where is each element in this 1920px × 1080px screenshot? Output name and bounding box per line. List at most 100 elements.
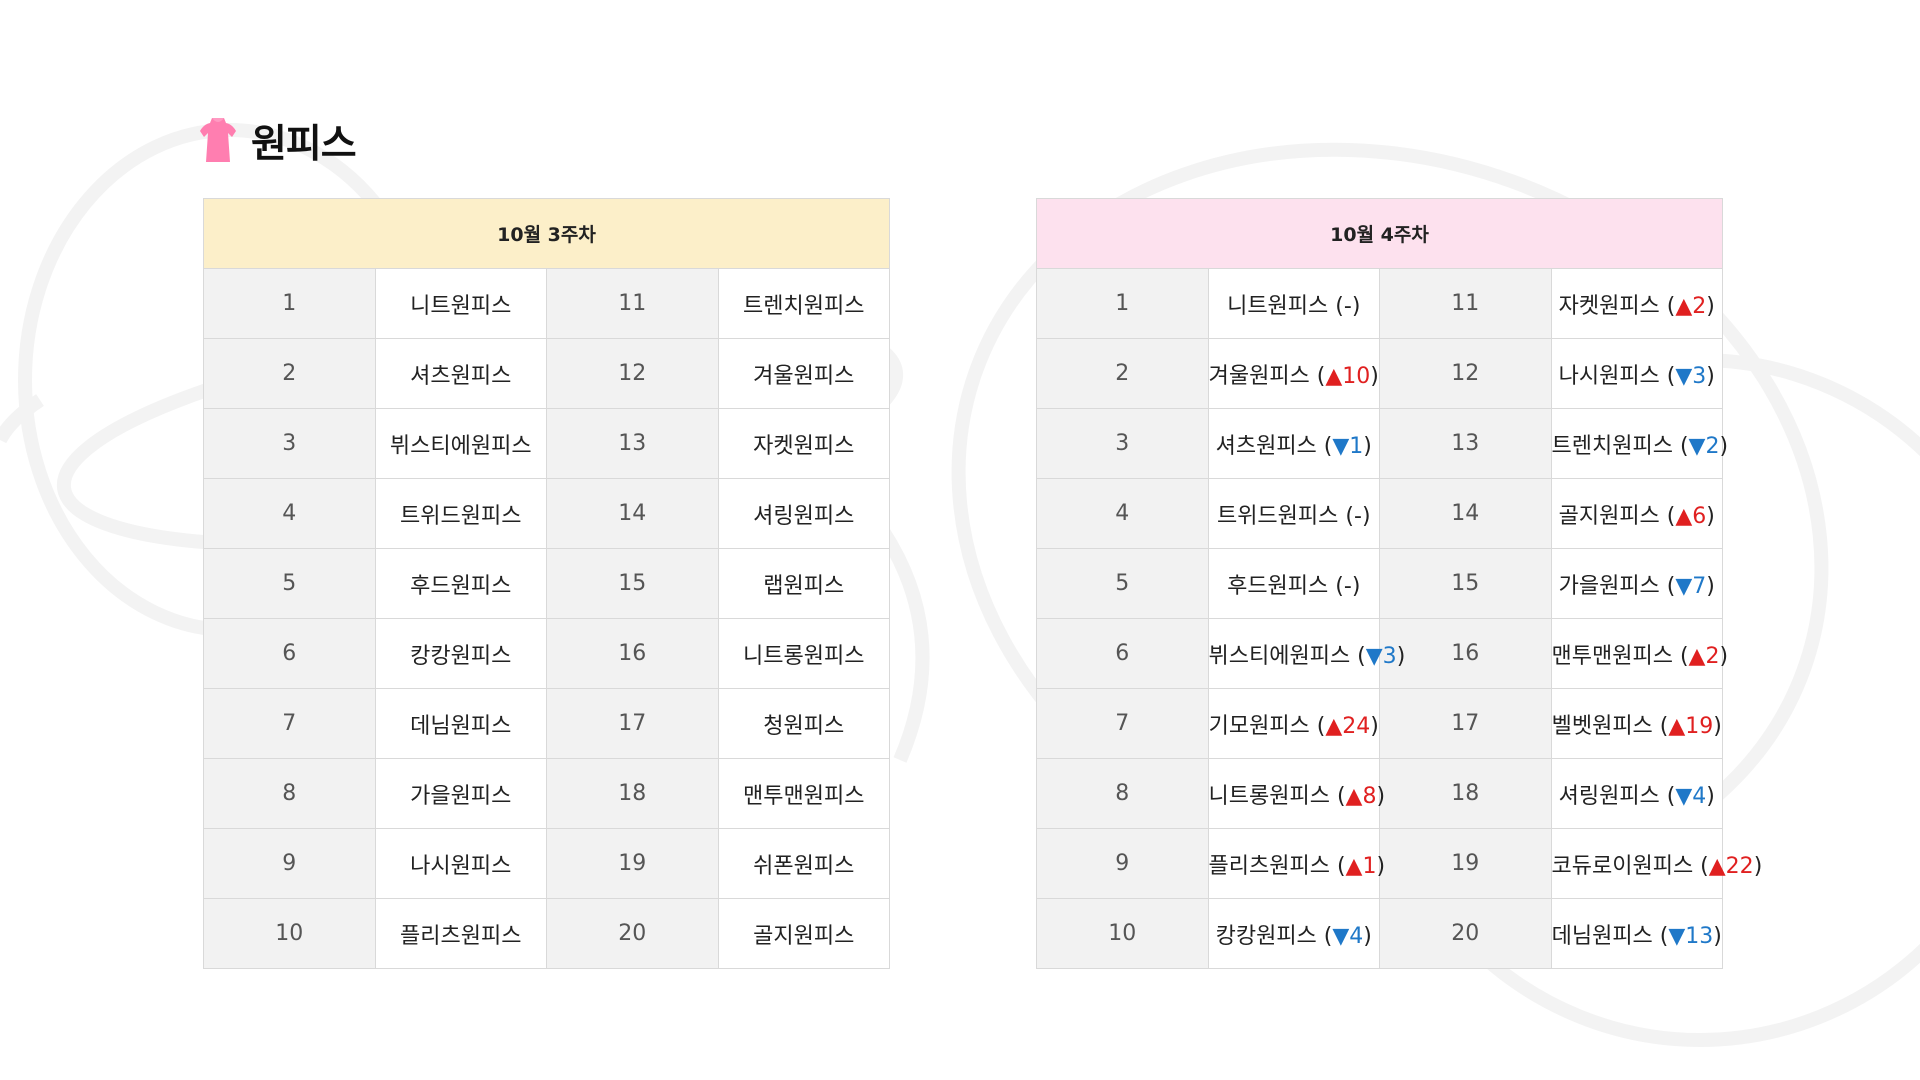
keyword-cell: 니트롱원피스 (▲8): [1207, 758, 1385, 829]
rank-number: 11: [1379, 268, 1552, 339]
rank-number: 1: [1036, 268, 1209, 339]
keyword-name: 셔링원피스: [753, 503, 855, 529]
rank-change: (▲19): [1652, 713, 1722, 739]
rank-change: (▲24): [1309, 713, 1379, 739]
keyword-name: 캉캉원피스: [1215, 923, 1317, 949]
keyword-name: 플리츠원피스: [400, 923, 522, 949]
rank-change: (▼4): [1316, 923, 1372, 949]
keyword-cell: 니트원피스 (-): [1207, 268, 1380, 339]
table-row: 3 뷔스티에원피스 13 자켓원피스: [203, 408, 890, 479]
table-row: 2 셔츠원피스 12 겨울원피스: [203, 338, 890, 409]
rank-number: 12: [1379, 338, 1552, 409]
rank-number: 16: [546, 618, 719, 689]
rank-number: 3: [203, 408, 376, 479]
rank-change-value: ▲8: [1345, 783, 1377, 809]
week3-header: 10월 3주차: [203, 198, 890, 269]
keyword-cell: 니트원피스: [374, 268, 547, 339]
table-row: 4 트위드원피스 14 셔링원피스: [203, 478, 890, 549]
keyword-cell: 코듀로이원피스 (▲22): [1550, 828, 1762, 899]
table-row: 9 플리츠원피스 (▲1) 19 코듀로이원피스 (▲22): [1036, 828, 1762, 899]
week4-ranking-table: 10월 4주차 1 니트원피스 (-) 11 자켓원피스 (▲2) 2 겨울원피스 (▲1…: [1036, 198, 1762, 969]
rank-number: 5: [1036, 548, 1209, 619]
keyword-cell: 가을원피스 (▼7): [1550, 548, 1723, 619]
rank-change: (-): [1328, 293, 1361, 319]
rank-number: 17: [1379, 688, 1552, 759]
rank-change-value: ▲2: [1675, 293, 1707, 319]
keyword-cell: 플리츠원피스: [374, 898, 547, 969]
rank-number: 18: [546, 758, 719, 829]
keyword-cell: 쉬폰원피스: [717, 828, 890, 899]
keyword-cell: 니트롱원피스: [717, 618, 890, 689]
keyword-name: 니트롱원피스: [1208, 783, 1330, 809]
week4-header: 10월 4주차: [1036, 198, 1723, 269]
rank-number: 8: [203, 758, 376, 829]
keyword-name: 셔링원피스: [1558, 783, 1660, 809]
rank-change-value: ▲6: [1675, 503, 1707, 529]
rank-number: 1: [203, 268, 376, 339]
rank-change: (▼7): [1659, 573, 1715, 599]
keyword-cell: 겨울원피스 (▲10): [1207, 338, 1380, 409]
week3-ranking-table: 10월 3주차 1 니트원피스 11 트렌치원피스 2 셔츠원피스 12 겨울원피스 3 뷔스티에…: [203, 198, 890, 969]
keyword-cell: 후드원피스 (-): [1207, 548, 1380, 619]
keyword-cell: 기모원피스 (▲24): [1207, 688, 1380, 759]
table-row: 2 겨울원피스 (▲10) 12 나시원피스 (▼3): [1036, 338, 1723, 409]
rank-change: (▼4): [1659, 783, 1715, 809]
keyword-name: 나시원피스: [410, 853, 512, 879]
rank-number: 12: [546, 338, 719, 409]
keyword-cell: 데님원피스: [374, 688, 547, 759]
keyword-cell: 뷔스티에원피스: [374, 408, 547, 479]
keyword-cell: 맨투맨원피스: [717, 758, 890, 829]
rank-change: (▼1): [1316, 433, 1372, 459]
keyword-cell: 셔츠원피스 (▼1): [1207, 408, 1380, 479]
keyword-cell: 겨울원피스: [717, 338, 890, 409]
table-row: 7 데님원피스 17 청원피스: [203, 688, 890, 759]
rank-number: 14: [1379, 478, 1552, 549]
rank-change: (▼3): [1350, 643, 1406, 669]
keyword-name: 니트원피스: [1227, 293, 1329, 319]
keyword-cell: 청원피스: [717, 688, 890, 759]
rank-number: 2: [1036, 338, 1209, 409]
table-row: 8 가을원피스 18 맨투맨원피스: [203, 758, 890, 829]
keyword-cell: 트위드원피스: [374, 478, 547, 549]
rank-number: 3: [1036, 408, 1209, 479]
keyword-cell: 맨투맨원피스 (▲2): [1550, 618, 1728, 689]
rank-change-value: ▲1: [1345, 853, 1377, 879]
keyword-name: 쉬폰원피스: [753, 853, 855, 879]
keyword-name: 맨투맨원피스: [1551, 643, 1673, 669]
rank-number: 19: [1379, 828, 1552, 899]
keyword-cell: 후드원피스: [374, 548, 547, 619]
keyword-cell: 벨벳원피스 (▲19): [1550, 688, 1723, 759]
rank-number: 19: [546, 828, 719, 899]
rank-change: (▲6): [1659, 503, 1715, 529]
rank-change-value: ▼3: [1365, 643, 1397, 669]
section-title: 원피스: [199, 116, 357, 167]
rank-number: 9: [203, 828, 376, 899]
rank-change: (▼2): [1672, 433, 1729, 459]
rank-number: 2: [203, 338, 376, 409]
rank-number: 20: [546, 898, 719, 969]
keyword-cell: 셔링원피스: [717, 478, 890, 549]
keyword-name: 맨투맨원피스: [743, 783, 865, 809]
keyword-name: 가을원피스: [1558, 573, 1660, 599]
rank-change: (▲8): [1329, 783, 1386, 809]
keyword-name: 자켓원피스: [753, 433, 855, 459]
keyword-name: 나시원피스: [1558, 363, 1660, 389]
rank-number: 7: [203, 688, 376, 759]
rank-number: 15: [546, 548, 719, 619]
table-row: 9 나시원피스 19 쉬폰원피스: [203, 828, 890, 899]
keyword-cell: 랩원피스: [717, 548, 890, 619]
rank-number: 4: [1036, 478, 1209, 549]
table-row: 1 니트원피스 (-) 11 자켓원피스 (▲2): [1036, 268, 1723, 339]
keyword-name: 셔츠원피스: [410, 363, 512, 389]
rank-change: (▲2): [1659, 293, 1715, 319]
table-row: 4 트위드원피스 (-) 14 골지원피스 (▲6): [1036, 478, 1723, 549]
rank-change: (▼13): [1652, 923, 1722, 949]
rank-change-value: -: [1353, 503, 1362, 529]
rank-change-value: ▼13: [1668, 923, 1714, 949]
rank-change-value: -: [1343, 293, 1352, 319]
rank-change: (▲10): [1309, 363, 1379, 389]
rank-change: (▲2): [1672, 643, 1729, 669]
keyword-name: 자켓원피스: [1558, 293, 1660, 319]
table-row: 3 셔츠원피스 (▼1) 13 트렌치원피스 (▼2): [1036, 408, 1728, 479]
rank-number: 10: [1036, 898, 1209, 969]
